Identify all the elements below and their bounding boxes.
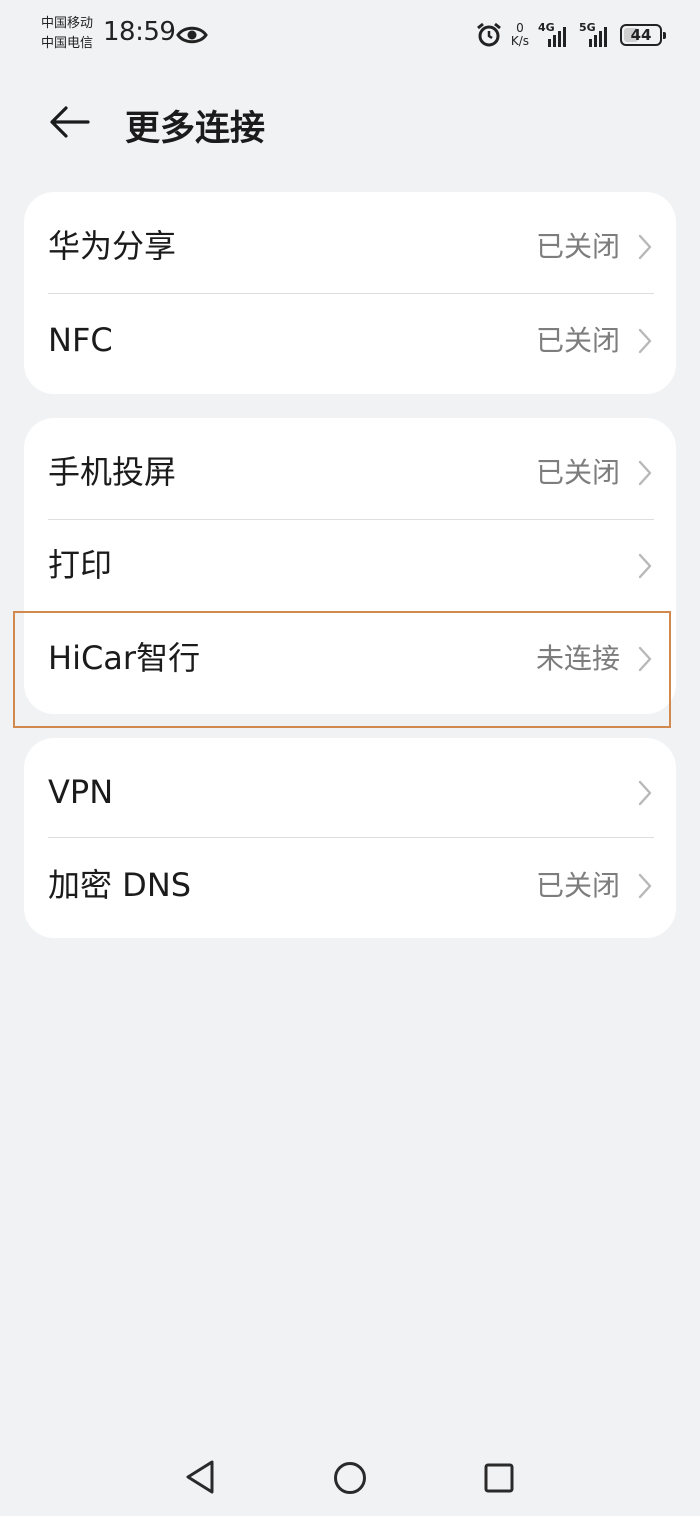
chevron-right-icon	[638, 646, 652, 672]
list-item-screen-projection[interactable]: 手机投屏 已关闭	[24, 426, 676, 519]
arrow-left-icon[interactable]	[44, 102, 96, 142]
carrier-info: 中国移动 中国电信	[41, 14, 93, 54]
item-label: NFC	[48, 321, 113, 359]
item-label: 加密 DNS	[48, 866, 192, 904]
battery-indicator: 44	[620, 24, 666, 46]
item-label: VPN	[48, 773, 114, 811]
item-label: 打印	[48, 546, 113, 584]
item-status: 已关闭	[535, 869, 620, 902]
divider	[48, 837, 654, 838]
status-bar: 中国移动 中国电信 18:59 0 K/s 4G 5G 44	[0, 0, 700, 70]
item-status: 未连接	[535, 642, 620, 675]
alarm-icon	[476, 22, 501, 47]
list-item-vpn[interactable]: VPN	[24, 746, 676, 839]
signal-bars-icon	[589, 27, 607, 47]
item-status: 已关闭	[535, 456, 620, 489]
triangle-back-icon[interactable]	[184, 1459, 216, 1495]
list-item-hicar[interactable]: HiCar智行 未连接	[24, 612, 676, 705]
app-header: 更多连接	[0, 90, 700, 154]
chevron-right-icon	[638, 234, 652, 260]
eye-icon	[176, 26, 208, 44]
signal-4g: 4G	[538, 21, 570, 48]
carrier-1: 中国移动	[41, 16, 94, 31]
item-label: 华为分享	[48, 227, 177, 265]
signal-bars-icon	[548, 27, 566, 47]
chevron-right-icon	[638, 780, 652, 806]
clock: 18:59	[103, 17, 176, 47]
chevron-right-icon	[638, 328, 652, 354]
carrier-2: 中国电信	[41, 36, 94, 51]
list-item-huawei-share[interactable]: 华为分享 已关闭	[24, 200, 676, 293]
chevron-right-icon	[638, 553, 652, 579]
chevron-right-icon	[638, 873, 652, 899]
item-status: 已关闭	[535, 230, 620, 263]
item-label: HiCar智行	[48, 639, 201, 677]
square-recents-icon[interactable]	[483, 1462, 515, 1494]
network-speed: 0 K/s	[510, 21, 529, 48]
signal-5g: 5G	[579, 21, 611, 48]
list-item-nfc[interactable]: NFC 已关闭	[24, 294, 676, 387]
chevron-right-icon	[638, 460, 652, 486]
circle-home-icon[interactable]	[333, 1461, 367, 1495]
page-title: 更多连接	[125, 109, 266, 149]
settings-group-1: 华为分享 已关闭 NFC 已关闭	[24, 192, 676, 394]
item-status: 已关闭	[535, 324, 620, 357]
settings-group-2: 手机投屏 已关闭 打印 HiCar智行 未连接	[24, 418, 676, 714]
settings-group-3: VPN 加密 DNS 已关闭	[24, 738, 676, 938]
list-item-encrypted-dns[interactable]: 加密 DNS 已关闭	[24, 839, 676, 932]
list-item-print[interactable]: 打印	[24, 519, 676, 612]
system-nav-bar	[0, 1440, 700, 1516]
item-label: 手机投屏	[48, 453, 177, 491]
